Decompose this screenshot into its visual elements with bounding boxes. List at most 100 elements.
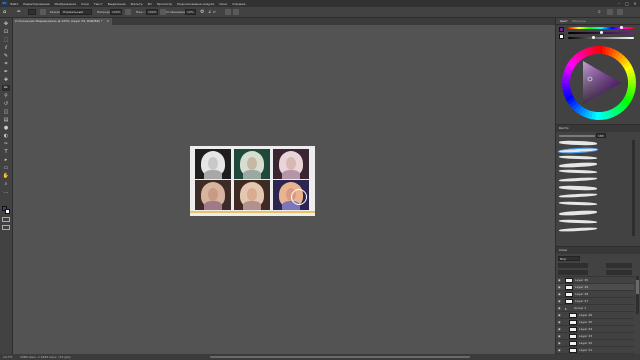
brush-preset-picker[interactable] (28, 9, 36, 15)
brush-settings-icon[interactable] (40, 9, 46, 15)
pen-icon[interactable]: ✑ (2, 141, 10, 147)
zoom-icon[interactable]: ⌕ (2, 181, 10, 187)
brightness-slider-knob[interactable] (592, 36, 595, 39)
move-icon[interactable]: ✥ (2, 21, 10, 27)
menu-image[interactable]: Изображение (54, 2, 76, 6)
menu-3d[interactable]: 3D (148, 2, 152, 6)
layers-panel-title[interactable]: Слои (559, 247, 567, 253)
menu-help[interactable]: Справка (232, 2, 245, 6)
brush-preset[interactable] (557, 146, 599, 155)
eye-icon[interactable]: ◉ (558, 341, 562, 345)
brush-size-slider[interactable] (559, 135, 595, 137)
screen-mode-icon[interactable] (2, 225, 10, 230)
menu-file[interactable]: Файл (10, 2, 18, 6)
brush-preset[interactable] (558, 185, 598, 191)
menu-edit[interactable]: Редактирование (23, 2, 49, 6)
brush-preset[interactable] (558, 227, 598, 232)
brush-preset[interactable] (558, 162, 598, 168)
layer-row[interactable]: ◉ Layer 27 (556, 297, 634, 304)
bg-color-swatch[interactable] (559, 34, 564, 39)
eraser-icon[interactable]: ◫ (2, 109, 10, 115)
history-brush-icon[interactable]: ↺ (2, 101, 10, 107)
brush-size-field[interactable]: 185 (596, 133, 606, 138)
search-icon[interactable]: ⌕ (598, 9, 601, 15)
symmetry-icon[interactable] (233, 9, 239, 15)
rectangle-icon[interactable]: ▭ (2, 165, 10, 171)
eye-icon[interactable]: ◉ (558, 313, 562, 317)
mode-select[interactable]: Нормальный (60, 9, 92, 15)
gradient-icon[interactable]: ▤ (2, 117, 10, 123)
close-button[interactable]: ✕ (632, 0, 638, 7)
layer-row[interactable]: ◉ Layer 24 (556, 325, 634, 332)
brush-preset[interactable] (558, 169, 598, 174)
quick-select-icon[interactable]: ✎ (2, 53, 10, 59)
layer-row[interactable]: ◉ Layer 29 (556, 283, 634, 290)
smoothing-field[interactable]: 10% (185, 9, 196, 15)
menu-layer[interactable]: Слои (81, 2, 89, 6)
layer-row[interactable]: ◉ Layer 25 (556, 318, 634, 325)
brush-preset[interactable] (558, 155, 598, 160)
healing-icon[interactable]: ✚ (2, 77, 10, 83)
eye-icon[interactable]: ◉ (558, 334, 562, 338)
brush-icon[interactable]: ✏ (2, 85, 10, 91)
layers-scrollbar[interactable] (636, 276, 639, 314)
layer-fill-field[interactable] (606, 270, 632, 275)
brush-preset[interactable] (558, 219, 598, 224)
hue-slider[interactable] (568, 27, 634, 29)
background-color-swatch[interactable] (5, 209, 10, 214)
lasso-icon[interactable]: ℓ (2, 45, 10, 51)
layers-filter-select[interactable]: Вид (558, 256, 580, 261)
home-icon[interactable]: ⌂ (3, 9, 6, 15)
layer-row[interactable]: ◉ Layer 23 (556, 332, 634, 339)
eye-icon[interactable]: ◉ (558, 348, 562, 352)
brush-preset[interactable] (558, 140, 598, 146)
menu-view[interactable]: Просмотр (157, 2, 172, 6)
layer-lock-controls[interactable] (558, 270, 588, 275)
more-tools-icon[interactable]: … (2, 189, 10, 195)
brush-tool-icon[interactable]: ✏ (17, 9, 21, 15)
eye-icon[interactable]: ◉ (558, 306, 562, 310)
opacity-field[interactable]: 100% (110, 9, 122, 15)
flow-field[interactable]: 100% (146, 9, 158, 15)
brush-preset[interactable] (558, 201, 598, 206)
layer-opacity-field[interactable] (606, 263, 632, 268)
workspace-icon[interactable] (607, 9, 613, 15)
layer-row[interactable]: ◉ Layer 26 (556, 311, 634, 318)
quick-mask-icon[interactable] (2, 217, 10, 222)
menu-plugins[interactable]: Подключаемые модули (177, 2, 214, 6)
layer-row[interactable]: ◉ Layer 22 (556, 339, 634, 346)
document-tab-close[interactable]: × (107, 19, 110, 23)
brush-preset[interactable] (558, 177, 598, 182)
crop-icon[interactable]: ⌗ (2, 61, 10, 67)
marquee-icon[interactable]: ⬚ (2, 37, 10, 43)
zoom-level[interactable]: 14.7% (3, 354, 13, 360)
document-tab[interactable]: Усложнение Мадемуазель ф.125% (Layer 29,… (12, 18, 113, 25)
smoothing-options-icon[interactable]: ⚙ (200, 9, 204, 15)
brushes-panel-title[interactable]: Кисти (559, 125, 568, 131)
eye-icon[interactable]: ◉ (558, 299, 562, 303)
blur-icon[interactable]: ● (2, 125, 10, 131)
dodge-icon[interactable]: ◐ (2, 133, 10, 139)
layers-filter-icons[interactable] (584, 256, 632, 261)
menu-select[interactable]: Выделение (108, 2, 126, 6)
pressure-size-icon[interactable] (225, 9, 231, 15)
document-canvas[interactable] (190, 146, 315, 216)
layer-row[interactable]: ◉ Layer 21 (556, 346, 634, 353)
maximize-button[interactable]: □ (624, 0, 630, 7)
artboard-icon[interactable]: ⊡ (2, 29, 10, 35)
eye-icon[interactable]: ◉ (558, 320, 562, 324)
hand-icon[interactable]: ✋ (2, 173, 10, 179)
brush-preset[interactable] (558, 210, 598, 216)
status-arrow[interactable]: › (70, 354, 71, 360)
share-icon[interactable] (617, 9, 623, 15)
layer-group-row[interactable]: ◉ ▸ Group 1 (556, 304, 634, 311)
brightness-slider[interactable] (568, 37, 634, 39)
brush-list-scrollbar[interactable] (632, 140, 635, 236)
eye-icon[interactable]: ◉ (558, 327, 562, 331)
hue-slider-knob[interactable] (620, 26, 623, 29)
saturation-slider-knob[interactable] (600, 31, 603, 34)
menu-window[interactable]: Окно (219, 2, 227, 6)
eye-icon[interactable]: ◉ (558, 285, 562, 289)
minimize-button[interactable]: – (616, 0, 622, 7)
eye-icon[interactable]: ◉ (558, 278, 562, 282)
